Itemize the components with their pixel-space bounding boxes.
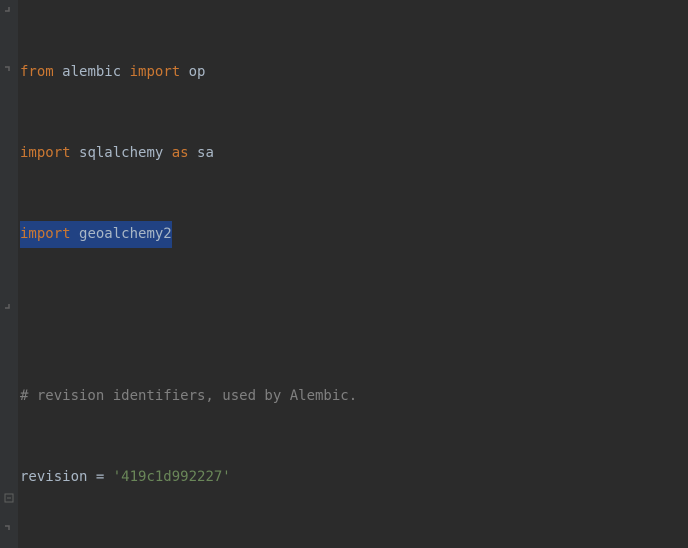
fold-marker-icon[interactable]: [4, 7, 14, 17]
gutter: [0, 0, 18, 548]
keyword-as: as: [172, 140, 189, 167]
identifier: op: [189, 59, 206, 86]
identifier: sa: [197, 140, 214, 167]
fold-marker-icon[interactable]: [4, 493, 14, 503]
identifier: sqlalchemy: [79, 140, 163, 167]
code-line[interactable]: revision = '419c1d992227': [20, 464, 688, 491]
code-line[interactable]: # revision identifiers, used by Alembic.: [20, 383, 688, 410]
identifier: revision: [20, 464, 87, 491]
operator: =: [87, 464, 112, 491]
identifier: alembic: [62, 59, 121, 86]
fold-marker-icon[interactable]: [4, 304, 14, 314]
code-line[interactable]: import geoalchemy2: [20, 221, 688, 248]
fold-marker-icon[interactable]: [4, 520, 14, 530]
keyword-import: import: [130, 59, 181, 86]
keyword-import: import: [20, 226, 71, 242]
keyword-from: from: [20, 59, 54, 86]
code-line[interactable]: from alembic import op: [20, 59, 688, 86]
code-line[interactable]: [20, 302, 688, 329]
code-line[interactable]: import sqlalchemy as sa: [20, 140, 688, 167]
string-literal: '419c1d992227': [113, 464, 231, 491]
keyword-import: import: [20, 140, 71, 167]
comment: # revision identifiers, used by Alembic.: [20, 383, 357, 410]
fold-marker-icon[interactable]: [4, 61, 14, 71]
identifier: geoalchemy2: [79, 226, 172, 242]
selection-highlight: import geoalchemy2: [20, 221, 172, 248]
code-content[interactable]: from alembic import op import sqlalchemy…: [18, 0, 688, 548]
code-editor[interactable]: from alembic import op import sqlalchemy…: [0, 0, 688, 548]
